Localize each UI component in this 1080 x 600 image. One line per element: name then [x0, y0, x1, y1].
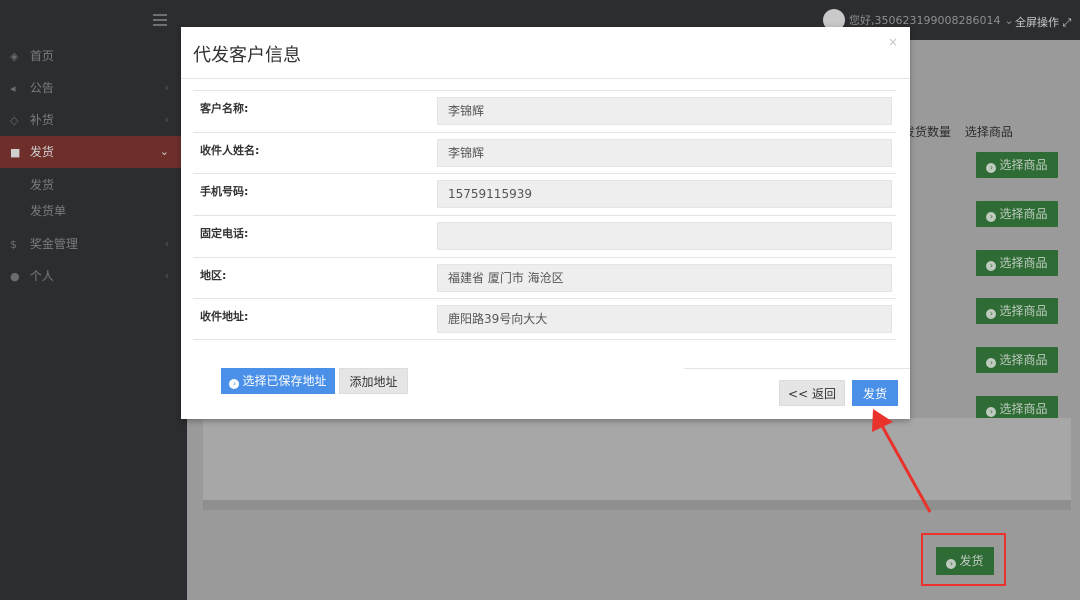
annotation-arrow-line — [879, 423, 932, 513]
annotation-arrow — [872, 409, 932, 513]
